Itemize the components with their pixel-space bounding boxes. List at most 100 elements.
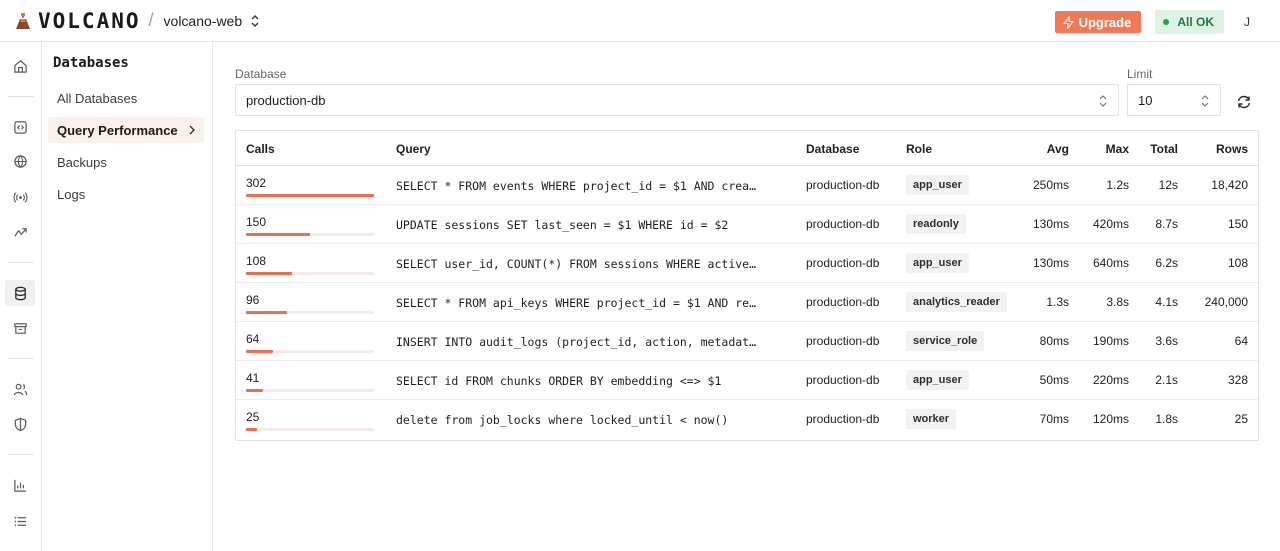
query-text[interactable]: UPDATE sessions SET last_seen = $1 WHERE…	[396, 218, 760, 232]
table-row[interactable]: 25 delete from job_locks where locked_unt…	[236, 400, 1258, 439]
database-label: Database	[235, 67, 287, 81]
sidebar-item-backups[interactable]: Backups	[48, 149, 204, 175]
globe-icon[interactable]	[5, 148, 35, 174]
database-select-value: production-db	[246, 92, 326, 108]
row-count: 240,000	[1204, 295, 1248, 309]
chevron-right-icon	[188, 125, 196, 135]
code-icon[interactable]	[5, 114, 35, 140]
row-count: 18,420	[1211, 178, 1248, 192]
calls-bar-fill	[246, 311, 287, 314]
limit-select-value: 10	[1138, 92, 1153, 108]
calls-bar-track	[246, 272, 374, 275]
role-badge: analytics_reader	[906, 292, 1007, 312]
sidebar-item-label: Backups	[57, 154, 107, 170]
column-header-total[interactable]: Total	[1150, 142, 1178, 156]
refresh-icon[interactable]	[1234, 92, 1254, 112]
rail-divider	[8, 358, 34, 359]
sidebar-item-query-performance[interactable]: Query Performance	[48, 117, 204, 143]
calls-count: 150	[246, 215, 267, 229]
table-row[interactable]: 108 SELECT user_id, COUNT(*) FROM session…	[236, 244, 1258, 283]
sidebar-item-label: Logs	[57, 186, 86, 202]
total-time: 2.1s	[1155, 373, 1178, 387]
calls-bar-fill	[246, 272, 292, 275]
column-header-calls[interactable]: Calls	[246, 142, 275, 156]
users-icon[interactable]	[5, 376, 35, 402]
calls-count: 302	[246, 176, 267, 190]
trend-icon[interactable]	[5, 219, 35, 245]
table-row[interactable]: 302 SELECT * FROM events WHERE project_id…	[236, 166, 1258, 205]
database-icon[interactable]	[5, 280, 35, 306]
brand[interactable]: VOLCANO	[12, 9, 141, 33]
avg-time: 50ms	[1039, 373, 1069, 387]
sidebar-item-all-databases[interactable]: All Databases	[48, 85, 204, 111]
bar-chart-icon[interactable]	[5, 472, 35, 498]
column-header-role[interactable]: Role	[906, 142, 932, 156]
table-row[interactable]: 41 SELECT id FROM chunks ORDER BY embeddi…	[236, 361, 1258, 400]
query-text[interactable]: SELECT * FROM api_keys WHERE project_id …	[396, 296, 760, 310]
limit-select[interactable]: 10	[1127, 84, 1221, 116]
database-name: production-db	[806, 256, 880, 270]
max-time: 3.8s	[1106, 295, 1129, 309]
calls-bar-fill	[246, 350, 273, 353]
project-switcher[interactable]: volcano-web	[164, 13, 261, 29]
status-badge[interactable]: All OK	[1155, 10, 1224, 34]
max-time: 1.2s	[1106, 178, 1129, 192]
database-select[interactable]: production-db	[235, 84, 1119, 116]
max-time: 120ms	[1092, 412, 1129, 426]
sidebar-item-logs[interactable]: Logs	[48, 181, 204, 207]
query-text[interactable]: SELECT user_id, COUNT(*) FROM sessions W…	[396, 257, 760, 271]
chevron-up-down-icon	[1200, 94, 1210, 108]
calls-count: 96	[246, 293, 260, 307]
query-text[interactable]: INSERT INTO audit_logs (project_id, acti…	[396, 335, 760, 349]
limit-label: Limit	[1127, 67, 1153, 81]
query-text[interactable]: SELECT id FROM chunks ORDER BY embedding…	[396, 374, 760, 388]
list-icon[interactable]	[5, 508, 35, 534]
calls-bar-track	[246, 233, 374, 236]
breadcrumb-separator: /	[148, 10, 154, 30]
top-bar: VOLCANO / volcano-web Upgrade All OK J	[0, 0, 1280, 42]
role-badge: app_user	[906, 370, 969, 390]
role-badge: service_role	[906, 331, 985, 351]
chevron-up-down-icon	[1098, 94, 1108, 108]
sidebar-title: Databases	[53, 55, 129, 71]
broadcast-icon[interactable]	[5, 184, 35, 210]
row-count: 328	[1227, 373, 1248, 387]
sidebar-item-label: Query Performance	[57, 122, 178, 138]
max-time: 420ms	[1092, 217, 1129, 231]
avg-time: 250ms	[1032, 178, 1069, 192]
table-header: Calls Query Database Role Avg Max Total …	[236, 131, 1258, 166]
row-count: 150	[1227, 217, 1248, 231]
column-header-max[interactable]: Max	[1106, 142, 1129, 156]
avg-time: 80ms	[1039, 334, 1069, 348]
total-time: 6.2s	[1155, 256, 1178, 270]
query-text[interactable]: SELECT * FROM events WHERE project_id = …	[396, 179, 760, 193]
table-row[interactable]: 96 SELECT * FROM api_keys WHERE project_i…	[236, 283, 1258, 322]
table-row[interactable]: 64 INSERT INTO audit_logs (project_id, ac…	[236, 322, 1258, 361]
volcano-logo-icon	[12, 10, 34, 32]
column-header-rows[interactable]: Rows	[1216, 142, 1248, 156]
status-label: All OK	[1177, 15, 1214, 29]
avatar[interactable]: J	[1236, 11, 1258, 33]
calls-bar-track	[246, 389, 374, 392]
calls-bar-fill	[246, 389, 263, 392]
calls-bar-track	[246, 428, 374, 431]
rail-divider	[8, 454, 34, 455]
table-row[interactable]: 150 UPDATE sessions SET last_seen = $1 WH…	[236, 205, 1258, 244]
shield-icon[interactable]	[5, 411, 35, 437]
role-badge: app_user	[906, 175, 969, 195]
database-name: production-db	[806, 178, 880, 192]
icon-rail	[0, 42, 42, 551]
calls-bar-fill	[246, 428, 257, 431]
query-text[interactable]: delete from job_locks where locked_until…	[396, 413, 760, 427]
home-icon[interactable]	[5, 53, 35, 79]
column-header-avg[interactable]: Avg	[1047, 142, 1069, 156]
upgrade-button[interactable]: Upgrade	[1054, 11, 1142, 33]
database-name: production-db	[806, 295, 880, 309]
column-header-query[interactable]: Query	[396, 142, 431, 156]
calls-count: 41	[246, 371, 260, 385]
archive-icon[interactable]	[5, 315, 35, 341]
status-dot-icon	[1163, 19, 1170, 25]
column-header-database[interactable]: Database	[806, 142, 859, 156]
total-time: 12s	[1158, 178, 1178, 192]
calls-count: 108	[246, 254, 267, 268]
